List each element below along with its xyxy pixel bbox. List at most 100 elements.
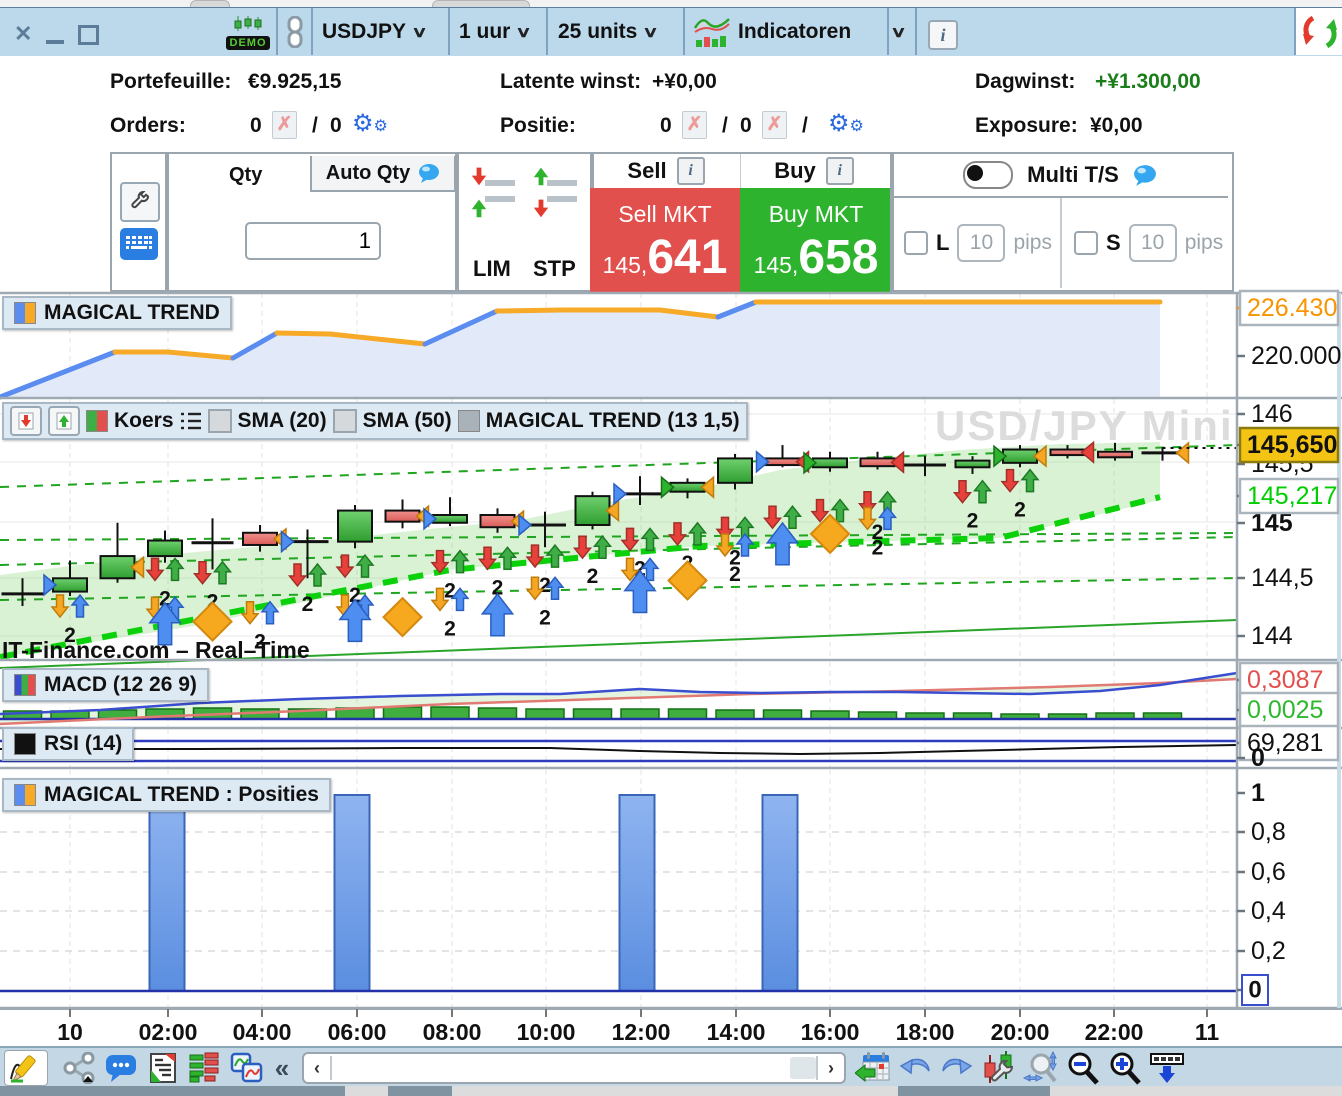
- chart-windows-button[interactable]: [226, 1051, 268, 1085]
- share-button[interactable]: [58, 1051, 100, 1085]
- magnifier-resize-icon: [1023, 1051, 1057, 1083]
- svg-text:16:00: 16:00: [801, 1019, 860, 1045]
- legend-macd[interactable]: MACD (12 26 9): [2, 668, 209, 702]
- legend-posities[interactable]: MAGICAL TREND : Posities: [2, 778, 331, 812]
- svg-text:146: 146: [1251, 400, 1293, 428]
- svg-text:11: 11: [1195, 1019, 1220, 1045]
- svg-text:14:00: 14:00: [707, 1019, 766, 1045]
- redo-button[interactable]: [936, 1051, 978, 1085]
- sell-order-doc-button[interactable]: [10, 406, 42, 436]
- macd-swatch-icon: [14, 674, 36, 696]
- svg-text:0,4: 0,4: [1251, 897, 1286, 925]
- redo-icon: [942, 1058, 973, 1075]
- zoom-out-button[interactable]: [1062, 1051, 1104, 1085]
- mt-swatch-icon: [14, 302, 36, 324]
- rsi-swatch-icon: [14, 733, 36, 755]
- svg-text:0: 0: [1248, 977, 1261, 1004]
- list-icon[interactable]: [180, 411, 202, 431]
- legend-koers[interactable]: Koers: [114, 409, 174, 433]
- goto-date-button[interactable]: [852, 1051, 894, 1085]
- buy-order-doc-button[interactable]: [48, 406, 80, 436]
- sma50-checkbox[interactable]: [332, 409, 357, 433]
- mt-params-swatch: [457, 410, 480, 432]
- undo-button[interactable]: [894, 1051, 936, 1085]
- orderbook-icon: [189, 1052, 219, 1083]
- scrollbar-thumb[interactable]: [790, 1057, 816, 1079]
- dual-charts-icon: [230, 1052, 263, 1083]
- sma20-checkbox[interactable]: [207, 409, 232, 433]
- zoom-out-icon: [1068, 1052, 1099, 1085]
- legend-label: RSI (14): [44, 732, 123, 755]
- watermark: USD/JPY Mini: [935, 402, 1234, 449]
- legend-sma50[interactable]: SMA (50): [363, 409, 452, 433]
- background-segment: [0, 1086, 345, 1096]
- svg-text:2: 2: [539, 606, 551, 629]
- background-segment: [898, 1086, 1050, 1096]
- scroll-left-button[interactable]: ‹: [304, 1056, 332, 1080]
- svg-text:1: 1: [1251, 779, 1265, 807]
- columns-down-icon: [1150, 1053, 1184, 1083]
- legend-label: MAGICAL TREND : Posities: [44, 783, 319, 806]
- legend-mt-params[interactable]: MAGICAL TREND (13 1,5): [486, 409, 740, 433]
- svg-text:0,6: 0,6: [1251, 858, 1286, 886]
- legend-label: MAGICAL TREND: [44, 301, 220, 324]
- calendar-back-icon: [855, 1052, 890, 1083]
- orderbook-button[interactable]: [184, 1051, 226, 1085]
- svg-text:18:00: 18:00: [896, 1019, 955, 1045]
- copyright-text: IT-Finance.com – Real–Time: [2, 637, 310, 663]
- svg-text:20:00: 20:00: [991, 1019, 1050, 1045]
- doc-red-down-icon: [18, 412, 34, 430]
- chart-settings-button[interactable]: [978, 1051, 1020, 1085]
- legend-magical-trend[interactable]: MAGICAL TREND: [2, 296, 232, 330]
- svg-text:10:00: 10:00: [517, 1019, 576, 1045]
- bottom-toolbar: « ‹ ›: [0, 1046, 1342, 1088]
- svg-text:02:00: 02:00: [139, 1019, 198, 1045]
- scroll-right-button[interactable]: ›: [816, 1056, 844, 1080]
- svg-text:2: 2: [1014, 499, 1026, 522]
- chart-area[interactable]: 2222222222222222222222222226.430220.0001…: [0, 0, 1342, 1046]
- svg-text:04:00: 04:00: [233, 1019, 292, 1045]
- svg-text:144,5: 144,5: [1251, 564, 1314, 592]
- svg-text:22:00: 22:00: [1085, 1019, 1144, 1045]
- svg-text:220.000: 220.000: [1251, 342, 1341, 370]
- news-doc-icon: [150, 1053, 176, 1083]
- svg-text:2: 2: [587, 565, 599, 588]
- collapse-toolbar-button[interactable]: «: [268, 1051, 296, 1085]
- svg-text:2: 2: [444, 580, 456, 603]
- svg-text:144: 144: [1251, 622, 1293, 650]
- svg-text:2: 2: [872, 536, 884, 559]
- svg-text:0,0025: 0,0025: [1247, 696, 1323, 724]
- doc-green-up-icon: [56, 412, 72, 430]
- svg-text:0,2: 0,2: [1251, 937, 1286, 965]
- svg-text:2: 2: [302, 593, 314, 616]
- svg-text:08:00: 08:00: [423, 1019, 482, 1045]
- legend-label: MACD (12 26 9): [44, 673, 197, 696]
- svg-text:2: 2: [729, 563, 741, 586]
- svg-text:2: 2: [967, 510, 979, 533]
- wrench-candles-icon: [984, 1051, 1014, 1083]
- trading-platform-window: ✕ DEMO USDJPY ∨ 1 uur ∨ 25 units ∨ Indic…: [0, 0, 1342, 1096]
- svg-text:10: 10: [57, 1019, 83, 1045]
- legend-sma20[interactable]: SMA (20): [238, 409, 327, 433]
- svg-text:06:00: 06:00: [328, 1019, 387, 1045]
- svg-text:0: 0: [1251, 744, 1265, 772]
- zoom-in-icon: [1110, 1052, 1141, 1085]
- draw-tools-button[interactable]: [4, 1050, 48, 1086]
- background-segment: [388, 1086, 452, 1096]
- pencil-chart-icon: [10, 1055, 36, 1083]
- svg-text:0,8: 0,8: [1251, 818, 1286, 846]
- svg-text:12:00: 12:00: [612, 1019, 671, 1045]
- chart-scrollbar[interactable]: ‹ ›: [302, 1052, 846, 1084]
- svg-text:0,3087: 0,3087: [1247, 666, 1323, 694]
- price-legend-row: Koers SMA (20) SMA (50) MAGICAL TREND (1…: [2, 402, 748, 440]
- legend-rsi[interactable]: RSI (14): [2, 727, 135, 761]
- chat-button[interactable]: [100, 1051, 142, 1085]
- koers-swatch-icon: [86, 410, 108, 432]
- chat-bubble-icon: [106, 1055, 136, 1082]
- share-icon: [63, 1052, 95, 1084]
- zoom-in-button[interactable]: [1104, 1051, 1146, 1085]
- news-button[interactable]: [142, 1051, 184, 1085]
- zoom-fit-button[interactable]: [1020, 1051, 1062, 1085]
- column-settings-button[interactable]: [1146, 1051, 1188, 1085]
- svg-text:226.430: 226.430: [1247, 294, 1337, 322]
